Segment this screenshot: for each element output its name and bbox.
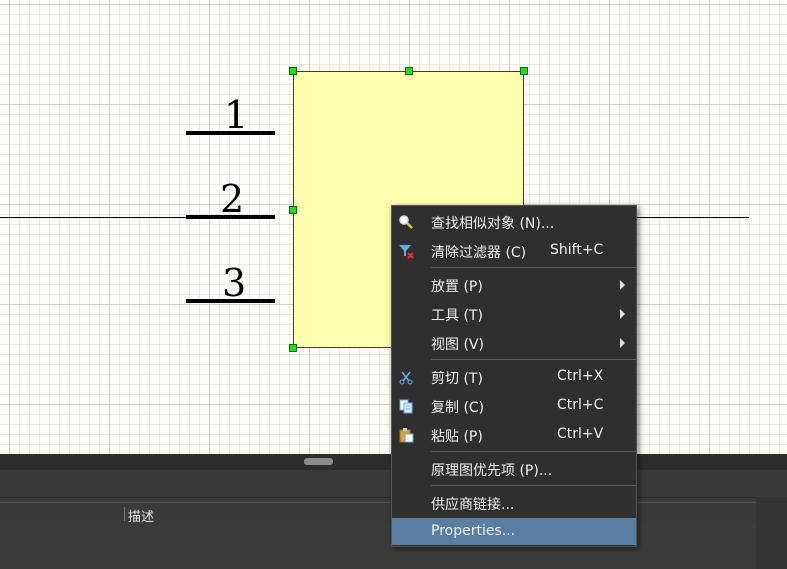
grid-body	[0, 525, 756, 569]
menu-item-properties[interactable]: Properties...	[392, 518, 636, 545]
menu-item-schematic-preferences[interactable]: 原理图优先项 (P)...	[392, 455, 636, 482]
menu-separator	[431, 451, 636, 452]
menu-item-label: 复制 (C)	[431, 400, 485, 416]
menu-item-label: 放置 (P)	[431, 279, 483, 295]
menu-item-shortcut: Shift+C	[550, 242, 604, 258]
menu-separator	[431, 359, 636, 360]
selection-handle-bottom-left[interactable]	[289, 344, 297, 352]
menu-item-view[interactable]: 视图 (V)	[392, 329, 636, 356]
column-separator[interactable]	[124, 507, 125, 521]
submenu-arrow-icon	[620, 280, 625, 290]
menu-item-shortcut: Ctrl+C	[557, 397, 604, 413]
menu-separator	[431, 267, 636, 268]
paste-icon	[398, 427, 414, 443]
copy-icon	[398, 398, 414, 414]
menu-item-paste[interactable]: 粘贴 (P) Ctrl+V	[392, 421, 636, 448]
menu-item-tools[interactable]: 工具 (T)	[392, 300, 636, 327]
grid-header: 描述	[0, 502, 756, 526]
wire-left[interactable]	[0, 217, 190, 218]
menu-item-cut[interactable]: 剪切 (T) Ctrl+X	[392, 363, 636, 390]
selection-handle-middle-left[interactable]	[289, 206, 297, 214]
menu-item-label: 工具 (T)	[431, 308, 483, 324]
menu-item-label: 查找相似对象 (N)...	[431, 216, 555, 232]
submenu-arrow-icon	[620, 309, 625, 319]
context-menu: 查找相似对象 (N)... 清除过滤器 (C) Shift+C 放置 (P) 工…	[391, 205, 637, 547]
menu-item-label: 供应商链接...	[431, 497, 515, 513]
pin-number: 3	[222, 261, 247, 305]
menu-item-label: 剪切 (T)	[431, 371, 483, 387]
menu-item-label: Properties...	[431, 523, 516, 539]
menu-item-supplier-links[interactable]: 供应商链接...	[392, 489, 636, 516]
menu-item-find-similar[interactable]: 查找相似对象 (N)...	[392, 208, 636, 235]
pin-number: 1	[224, 93, 249, 137]
menu-item-place[interactable]: 放置 (P)	[392, 271, 636, 298]
clear-filter-icon	[398, 243, 414, 259]
menu-item-clear-filter[interactable]: 清除过滤器 (C) Shift+C	[392, 237, 636, 264]
splitter-grip[interactable]	[304, 458, 333, 465]
menu-item-shortcut: Ctrl+X	[557, 368, 604, 384]
menu-item-label: 视图 (V)	[431, 337, 484, 353]
magnifier-icon	[398, 214, 414, 230]
selection-handle-top-right[interactable]	[520, 67, 528, 75]
menu-item-label: 粘贴 (P)	[431, 429, 483, 445]
selection-handle-top-left[interactable]	[289, 67, 297, 75]
scissors-icon	[398, 369, 414, 385]
column-header-description[interactable]: 描述	[128, 506, 154, 525]
menu-item-label: 原理图优先项 (P)...	[431, 463, 553, 479]
scrollbar-track[interactable]	[756, 497, 787, 569]
menu-item-copy[interactable]: 复制 (C) Ctrl+C	[392, 392, 636, 419]
menu-separator	[431, 485, 636, 486]
pin-number: 2	[220, 177, 245, 221]
menu-item-shortcut: Ctrl+V	[557, 426, 604, 442]
menu-item-label: 清除过滤器 (C)	[431, 245, 527, 261]
submenu-arrow-icon	[620, 338, 625, 348]
selection-handle-top-center[interactable]	[405, 67, 413, 75]
